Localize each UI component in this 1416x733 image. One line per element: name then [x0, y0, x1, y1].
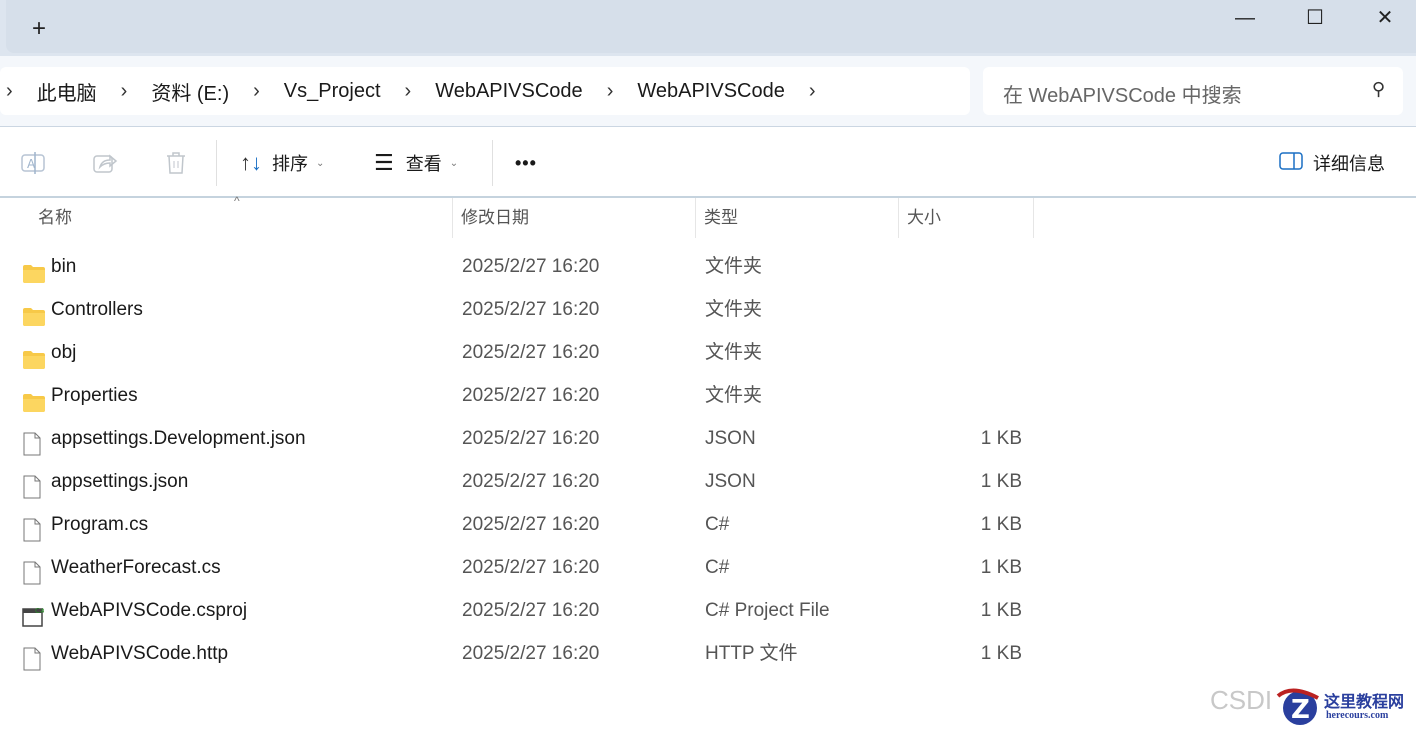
close-button[interactable]: ✕ [1362, 4, 1408, 32]
chevron-right-icon[interactable]: › [253, 80, 260, 103]
file-type: JSON [705, 471, 756, 492]
file-row[interactable]: WebAPIVSCode.http 2025/2/27 16:20 HTTP 文… [0, 632, 1416, 675]
file-name: WebAPIVSCode.csproj [51, 600, 248, 621]
chevron-right-icon[interactable]: › [809, 80, 816, 103]
command-bar: A ↑↓ 排序 ⌄ ☰ 查看 ⌄ ••• 详细信息 [0, 128, 1416, 198]
watermark-logo: Z 这里教程网 herecours.com [1272, 686, 1416, 728]
file-row[interactable]: appsettings.Development.json 2025/2/27 1… [0, 417, 1416, 460]
file-row[interactable]: Program.cs 2025/2/27 16:20 C# 1 KB [0, 503, 1416, 546]
breadcrumb-item[interactable]: WebAPIVSCode [435, 80, 583, 103]
column-header-size[interactable]: 大小 [899, 198, 1034, 238]
file-date: 2025/2/27 16:20 [462, 471, 600, 492]
file-date: 2025/2/27 16:20 [462, 385, 600, 406]
divider [216, 140, 217, 186]
file-name: Properties [51, 385, 138, 406]
file-date: 2025/2/27 16:20 [462, 342, 600, 363]
file-date: 2025/2/27 16:20 [462, 256, 600, 277]
file-name: Program.cs [51, 514, 149, 535]
breadcrumb[interactable]: › 此电脑 › 资料 (E:) › Vs_Project › WebAPIVSC… [0, 67, 970, 115]
file-row[interactable]: appsettings.json 2025/2/27 16:20 JSON 1 … [0, 460, 1416, 503]
file-size: 1 KB [980, 428, 1022, 449]
column-header-date[interactable]: 修改日期 [453, 198, 696, 238]
view-label: 查看 [405, 154, 442, 174]
column-header-type[interactable]: 类型 [696, 198, 899, 238]
chevron-down-icon: ⌄ [449, 157, 459, 169]
file-name: Controllers [51, 299, 143, 320]
sort-label: 排序 [272, 154, 308, 174]
maximize-button[interactable]: ☐ [1292, 4, 1338, 32]
file-icon [22, 644, 42, 687]
breadcrumb-item[interactable]: 资料 (E:) [151, 77, 229, 106]
search-icon[interactable]: ⚲ [1372, 79, 1385, 100]
address-row: › 此电脑 › 资料 (E:) › Vs_Project › WebAPIVSC… [0, 56, 1416, 127]
file-type: 文件夹 [705, 256, 763, 277]
search-input[interactable]: 在 WebAPIVSCode 中搜索 ⚲ [983, 67, 1403, 115]
svg-text:C#: C# [35, 607, 44, 615]
file-row[interactable]: WeatherForecast.cs 2025/2/27 16:20 C# 1 … [0, 546, 1416, 589]
file-row[interactable]: obj 2025/2/27 16:20 文件夹 [0, 331, 1416, 374]
file-row[interactable]: C# WebAPIVSCode.csproj 2025/2/27 16:20 C… [0, 589, 1416, 632]
file-size: 1 KB [980, 643, 1022, 664]
file-name: WebAPIVSCode.http [51, 643, 229, 664]
file-date: 2025/2/27 16:20 [462, 643, 600, 664]
file-date: 2025/2/27 16:20 [462, 557, 600, 578]
file-name: obj [51, 342, 77, 363]
file-date: 2025/2/27 16:20 [462, 428, 600, 449]
file-row[interactable]: Properties 2025/2/27 16:20 文件夹 [0, 374, 1416, 417]
svg-text:Z: Z [1291, 695, 1310, 725]
column-header-name[interactable]: 名称 [30, 198, 453, 238]
file-type: 文件夹 [705, 299, 763, 320]
breadcrumb-item[interactable]: Vs_Project [284, 80, 381, 103]
file-type: C# [705, 514, 730, 535]
file-type: 文件夹 [705, 385, 763, 406]
file-date: 2025/2/27 16:20 [462, 299, 600, 320]
file-type: C# [705, 557, 730, 578]
search-placeholder: 在 WebAPIVSCode 中搜索 [1003, 85, 1242, 107]
tab-strip [6, 0, 1416, 53]
delete-icon[interactable] [164, 148, 188, 178]
title-bar: + — ☐ ✕ [0, 0, 1416, 56]
file-name: appsettings.Development.json [51, 428, 306, 449]
chevron-right-icon[interactable]: › [121, 80, 128, 103]
sort-icon: ↑↓ [240, 150, 262, 175]
details-button[interactable]: 详细信息 [1279, 148, 1385, 178]
details-pane-icon [1279, 151, 1303, 175]
list-icon: ☰ [374, 150, 394, 175]
chevron-down-icon: ⌄ [316, 157, 325, 169]
chevron-right-icon[interactable]: › [6, 80, 13, 103]
watermark: CSDI [1210, 685, 1273, 715]
file-type: 文件夹 [705, 342, 763, 363]
minimize-button[interactable]: — [1222, 4, 1268, 32]
file-row[interactable]: bin 2025/2/27 16:20 文件夹 [0, 245, 1416, 288]
file-name: appsettings.json [51, 471, 189, 492]
more-options-button[interactable]: ••• [515, 148, 537, 178]
file-size: 1 KB [980, 557, 1022, 578]
file-date: 2025/2/27 16:20 [462, 514, 600, 535]
file-date: 2025/2/27 16:20 [462, 600, 600, 621]
file-name: bin [51, 256, 77, 277]
file-size: 1 KB [980, 600, 1022, 621]
view-button[interactable]: ☰ 查看 ⌄ [374, 148, 458, 178]
file-size: 1 KB [980, 471, 1022, 492]
file-type: C# Project File [705, 600, 830, 621]
rename-icon[interactable]: A [20, 148, 46, 178]
file-type: JSON [705, 428, 756, 449]
column-header-row: ^ 名称 修改日期 类型 大小 [0, 194, 1416, 238]
file-row[interactable]: Controllers 2025/2/27 16:20 文件夹 [0, 288, 1416, 331]
share-icon[interactable] [92, 148, 118, 178]
breadcrumb-item[interactable]: WebAPIVSCode [637, 80, 785, 103]
file-size: 1 KB [980, 514, 1022, 535]
chevron-right-icon[interactable]: › [405, 80, 412, 103]
divider [492, 140, 493, 186]
chevron-right-icon[interactable]: › [607, 80, 614, 103]
breadcrumb-item[interactable]: 此电脑 [37, 77, 97, 106]
file-name: WeatherForecast.cs [51, 557, 221, 578]
sort-button[interactable]: ↑↓ 排序 ⌄ [240, 148, 324, 178]
details-label: 详细信息 [1313, 154, 1385, 174]
file-type: HTTP 文件 [705, 643, 798, 664]
new-tab-button[interactable]: + [26, 16, 52, 42]
